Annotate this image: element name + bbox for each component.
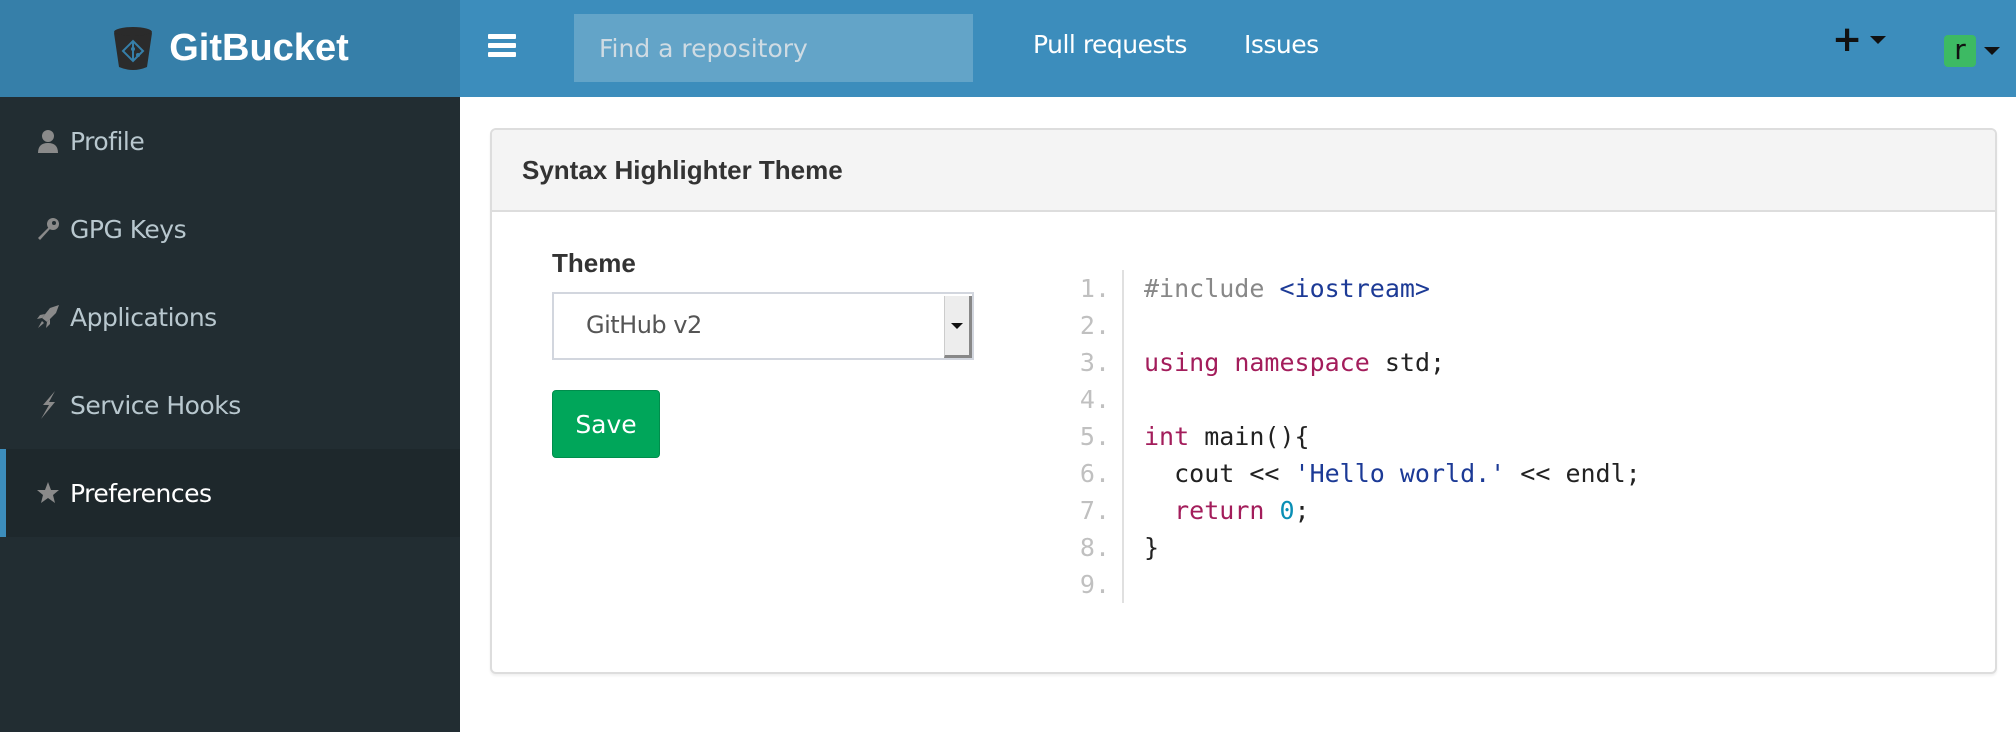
caret-down-icon	[1870, 36, 1887, 44]
sidebar-item-profile[interactable]: Profile	[0, 97, 460, 185]
code-text: using namespace std;	[1124, 344, 1445, 381]
save-button[interactable]: Save	[552, 390, 660, 458]
code-text: #include <iostream>	[1124, 270, 1430, 307]
code-line: 5. int main(){	[1074, 418, 1641, 455]
theme-select-value: GitHub v2	[586, 311, 702, 339]
code-token: }	[1144, 533, 1160, 562]
code-token: std;	[1369, 348, 1446, 377]
sidebar-item-label: GPG Keys	[70, 214, 187, 244]
code-token: using	[1144, 348, 1220, 377]
nav-issues-link[interactable]: Issues	[1244, 30, 1319, 59]
code-text: return 0;	[1124, 492, 1310, 529]
code-line: 8.}	[1074, 529, 1641, 566]
line-number: 8.	[1074, 529, 1124, 566]
code-line: 3. using namespace std;	[1074, 344, 1641, 381]
theme-label: Theme	[552, 248, 636, 278]
line-number: 1.	[1074, 270, 1124, 307]
sidebar-item-label: Applications	[70, 302, 217, 332]
nav-pull-requests-link[interactable]: Pull requests	[1033, 30, 1187, 59]
brand-logo-link[interactable]: GitBucket	[0, 0, 460, 97]
code-token: << endl;	[1505, 459, 1641, 488]
create-new-dropdown[interactable]: +	[1832, 19, 1887, 60]
bucket-logo-icon	[114, 26, 153, 70]
code-token: 0	[1279, 496, 1295, 525]
line-number: 4.	[1074, 381, 1124, 418]
user-menu-dropdown[interactable]: r	[1944, 35, 2000, 67]
rocket-icon	[36, 305, 60, 329]
select-arrow-button[interactable]	[944, 296, 972, 358]
sidebar-item-label: Preferences	[70, 478, 212, 508]
line-number: 3.	[1074, 344, 1124, 381]
code-token: 'Hello world.'	[1294, 459, 1506, 488]
bolt-icon	[36, 391, 60, 419]
code-line: 6. cout << 'Hello world.' << endl;	[1074, 455, 1641, 492]
sidebar-item-preferences[interactable]: Preferences	[0, 449, 460, 537]
code-token: int	[1144, 422, 1190, 451]
user-icon	[36, 129, 60, 153]
line-number: 7.	[1074, 492, 1124, 529]
caret-down-icon	[951, 322, 963, 329]
line-number: 6.	[1074, 455, 1124, 492]
theme-select[interactable]: GitHub v2	[552, 292, 974, 360]
sidebar-item-service-hooks[interactable]: Service Hooks	[0, 361, 460, 449]
avatar: r	[1944, 35, 1976, 67]
code-line: 2.	[1074, 307, 1641, 344]
code-text: cout << 'Hello world.' << endl;	[1124, 455, 1641, 492]
code-line: 4.	[1074, 381, 1641, 418]
code-line: 1. #include <iostream>	[1074, 270, 1641, 307]
syntax-theme-panel: Syntax Highlighter Theme Theme GitHub v2…	[490, 128, 1997, 674]
code-line: 9.	[1074, 566, 1641, 603]
panel-title: Syntax Highlighter Theme	[522, 154, 843, 185]
line-number: 9.	[1074, 566, 1124, 603]
code-text: }	[1124, 529, 1159, 566]
code-token: <iostream>	[1279, 274, 1430, 303]
code-token: return	[1174, 496, 1265, 525]
settings-sidebar: Profile GPG Keys Applications Service Ho…	[0, 97, 460, 732]
code-token: #include	[1144, 274, 1280, 303]
repository-search-input[interactable]	[574, 14, 973, 82]
star-icon	[36, 481, 60, 505]
sidebar-item-label: Service Hooks	[70, 390, 241, 420]
top-navbar: GitBucket Pull requests Issues + r	[0, 0, 2016, 97]
sidebar-item-applications[interactable]: Applications	[0, 273, 460, 361]
hamburger-menu-icon[interactable]	[488, 34, 516, 60]
code-token: ;	[1294, 496, 1310, 525]
line-number: 2.	[1074, 307, 1124, 344]
key-icon	[36, 217, 60, 241]
code-preview: 1. #include <iostream> 2. 3. using namespace…	[1074, 270, 1641, 603]
plus-icon: +	[1832, 19, 1863, 60]
sidebar-item-gpg-keys[interactable]: GPG Keys	[0, 185, 460, 273]
panel-header: Syntax Highlighter Theme	[492, 130, 1995, 212]
code-token: main(){	[1189, 422, 1310, 451]
code-token: namespace	[1234, 348, 1370, 377]
sidebar-item-label: Profile	[70, 126, 145, 156]
line-number: 5.	[1074, 418, 1124, 455]
brand-name: GitBucket	[169, 27, 349, 69]
caret-down-icon	[1984, 47, 2000, 55]
code-token: cout <<	[1144, 459, 1295, 488]
code-line: 7. return 0;	[1074, 492, 1641, 529]
code-text: int main(){	[1124, 418, 1310, 455]
